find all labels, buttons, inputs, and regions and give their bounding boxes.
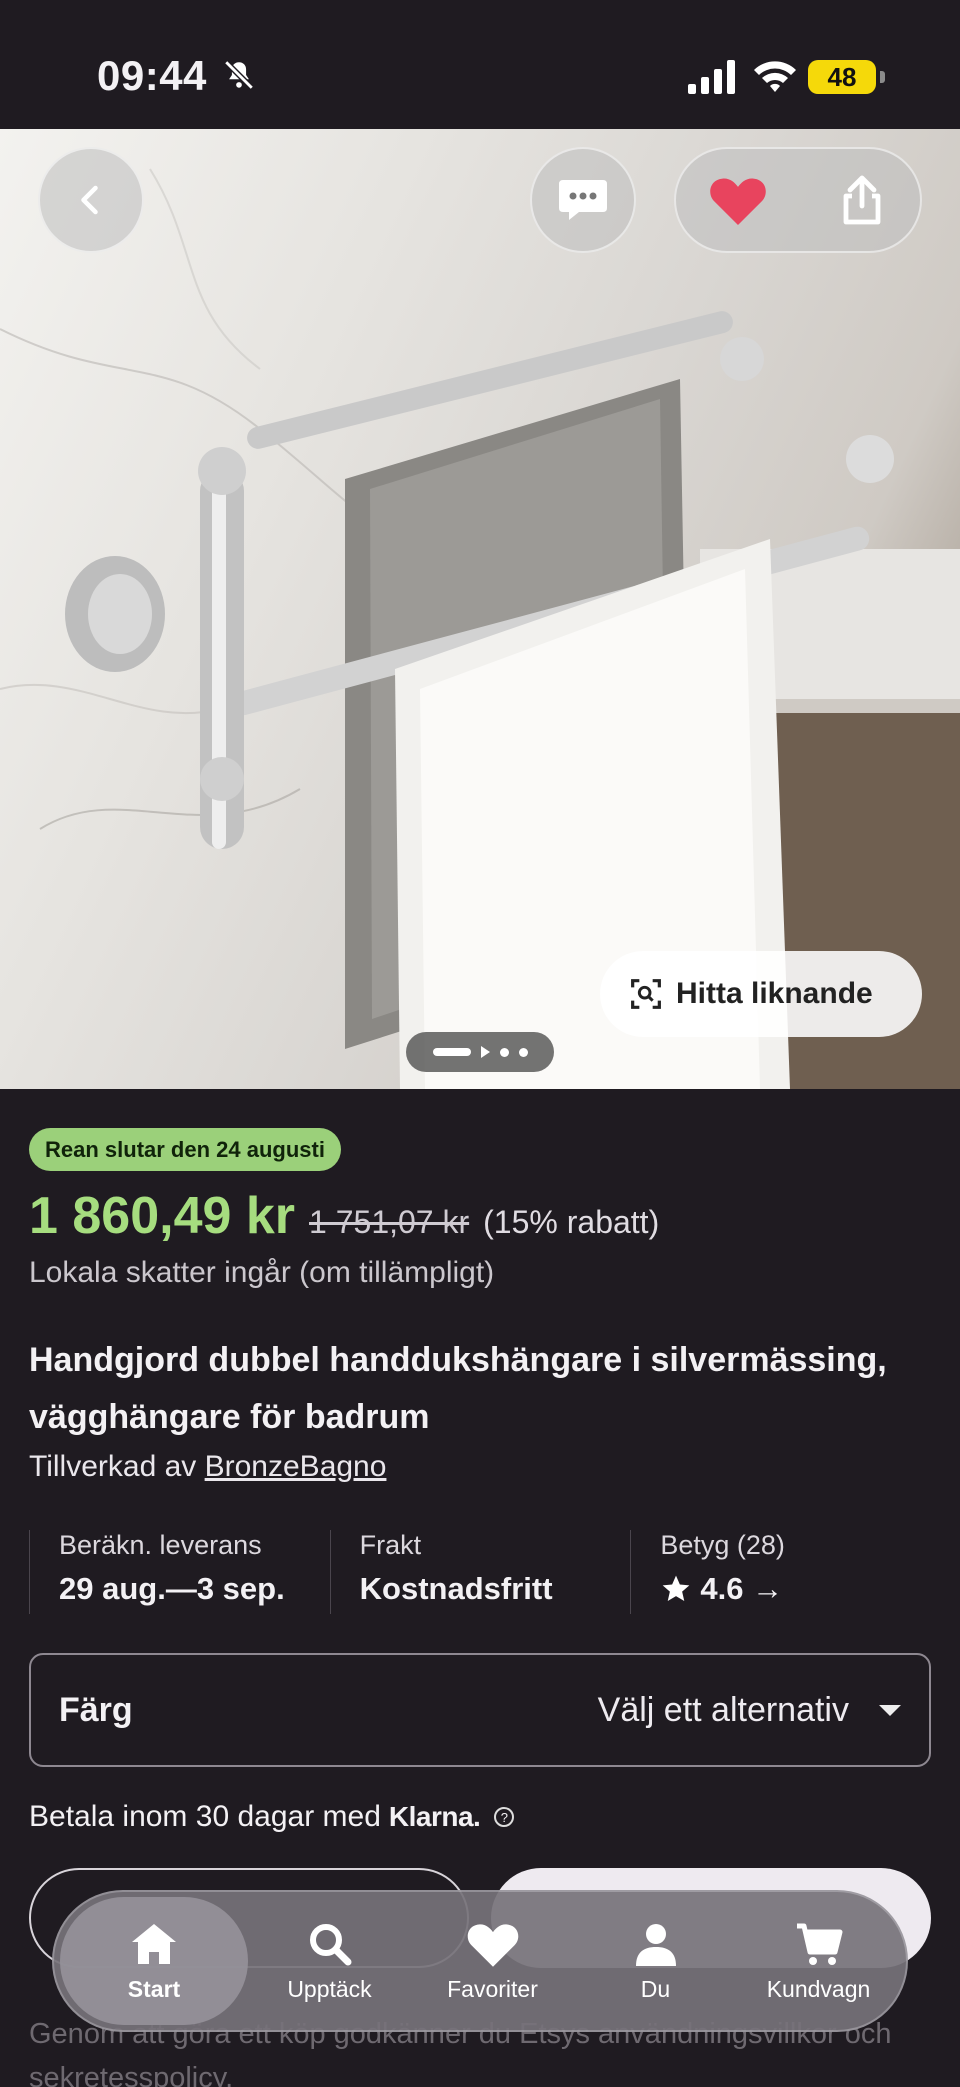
rating-value: 4.6 →	[700, 1571, 784, 1606]
color-select-label: Färg	[59, 1690, 133, 1729]
tab-label: Start	[127, 1975, 181, 2002]
color-select[interactable]: Färg Välj ett alternativ	[29, 1653, 931, 1767]
color-select-placeholder: Välj ett alternativ	[597, 1690, 849, 1729]
carousel-dot-active	[432, 1048, 471, 1056]
tab-label: Du	[640, 1975, 671, 2002]
person-icon	[635, 1923, 676, 1966]
chevron-left-icon	[81, 185, 98, 215]
shipping-info: Frakt Kostnadsfritt	[329, 1530, 631, 1614]
rating-info[interactable]: Betyg (28) 4.6 →	[630, 1530, 931, 1614]
signal-icon	[688, 60, 735, 94]
tab-favorites[interactable]: Favoriter	[411, 1897, 574, 2025]
discount-label: (15% rabatt)	[483, 1204, 660, 1240]
klarna-text: Betala inom 30 dagar med	[29, 1800, 381, 1833]
delivery-value: 29 aug.—3 sep.	[59, 1571, 285, 1606]
home-icon	[132, 1923, 176, 1964]
shop-link[interactable]: BronzeBagno	[205, 1450, 387, 1483]
tab-label: Kundvagn	[766, 1975, 871, 2002]
tab-cart[interactable]: Kundvagn	[737, 1897, 900, 2025]
tab-you[interactable]: Du	[574, 1897, 737, 2025]
delivery-label: Beräkn. leverans	[59, 1530, 262, 1560]
made-by-prefix: Tillverkad av	[29, 1450, 197, 1483]
info-strip: Beräkn. leverans 29 aug.—3 sep. Frakt Ko…	[29, 1530, 931, 1614]
carousel-dot	[518, 1047, 528, 1057]
find-similar-label: Hitta liknande	[676, 977, 873, 1010]
status-bar: 09:44 48	[0, 0, 960, 129]
delivery-info: Beräkn. leverans 29 aug.—3 sep.	[29, 1530, 330, 1614]
sale-badge: Rean slutar den 24 augusti	[29, 1128, 341, 1171]
tab-label: Favoriter	[447, 1975, 538, 2002]
tab-label: Upptäck	[287, 1975, 372, 2002]
klarna-logo: Klarna.	[388, 1801, 481, 1832]
bottom-tab-bar: Start Upptäck Favoriter Du Kundvagn	[52, 1890, 908, 2032]
chat-bubble-icon	[559, 180, 607, 220]
share-icon	[843, 175, 881, 225]
visual-search-icon	[631, 979, 661, 1009]
message-button[interactable]	[530, 147, 636, 253]
shipping-label: Frakt	[359, 1530, 422, 1560]
favorite-button[interactable]	[676, 149, 800, 251]
tax-note: Lokala skatter ingår (om tillämpligt)	[29, 1256, 495, 1289]
wifi-icon	[754, 61, 796, 92]
back-button[interactable]	[38, 147, 144, 253]
video-dot-icon	[480, 1046, 490, 1058]
heart-icon	[710, 178, 766, 225]
tab-discover[interactable]: Upptäck	[248, 1897, 411, 2025]
battery-indicator: 48	[808, 60, 885, 94]
price-row: 1 860,49 kr 1 751,07 kr (15% rabatt)	[29, 1186, 659, 1246]
star-icon	[663, 1575, 690, 1601]
product-title: Handgjord dubbel handdukshängare i silve…	[29, 1341, 887, 1436]
heart-icon	[467, 1923, 518, 1967]
carousel-indicator[interactable]	[406, 1032, 554, 1072]
color-select-value: Välj ett alternativ	[598, 1691, 901, 1730]
original-price: 1 751,07 kr	[309, 1204, 470, 1240]
caret-down-icon	[879, 1704, 901, 1716]
share-button[interactable]	[800, 149, 924, 251]
tab-start[interactable]: Start	[60, 1897, 248, 2025]
cart-icon	[796, 1923, 842, 1965]
shipping-value: Kostnadsfritt	[359, 1571, 553, 1606]
product-photo	[0, 168, 960, 1089]
find-similar-button[interactable]: Hitta liknande	[600, 951, 922, 1037]
info-icon[interactable]: ?	[494, 1807, 515, 1827]
favorite-share-group	[674, 147, 922, 253]
product-image-carousel[interactable]: Hitta liknande	[0, 129, 960, 1089]
carousel-dot	[499, 1047, 509, 1057]
status-time: 09:44	[97, 52, 207, 99]
current-price: 1 860,49 kr	[29, 1187, 296, 1245]
klarna-row: Betala inom 30 dagar med Klarna. ?	[29, 1800, 515, 1834]
rating-label: Betyg (28)	[660, 1530, 785, 1560]
made-by: Tillverkad av BronzeBagno	[29, 1450, 386, 1484]
bell-muted-icon	[224, 60, 254, 90]
search-icon	[309, 1923, 351, 1965]
rating-value-row[interactable]: 4.6 →	[660, 1571, 931, 1607]
